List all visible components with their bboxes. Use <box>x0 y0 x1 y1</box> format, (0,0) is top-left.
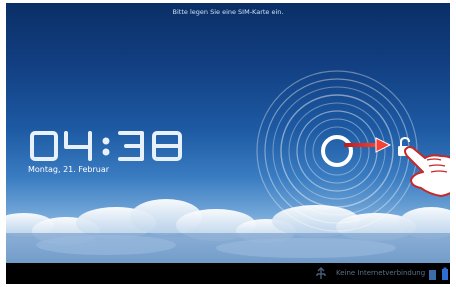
system-bar: Keine Internetverbindung <box>6 263 450 284</box>
network-status-label: Keine Internetverbindung <box>336 269 426 277</box>
unlock-ring[interactable] <box>252 66 422 236</box>
clock-display <box>30 131 182 161</box>
usb-icon <box>316 267 326 279</box>
sim-status-message: Bitte legen Sie eine SIM-Karte ein. <box>172 8 284 16</box>
arrow-right-icon <box>344 137 392 153</box>
battery-icon <box>442 267 448 280</box>
date-label: Montag, 21. Februar <box>28 165 110 174</box>
hand-pointer-icon <box>404 146 450 197</box>
lock-screen: Bitte legen Sie eine SIM-Karte ein. Mont… <box>6 3 450 284</box>
